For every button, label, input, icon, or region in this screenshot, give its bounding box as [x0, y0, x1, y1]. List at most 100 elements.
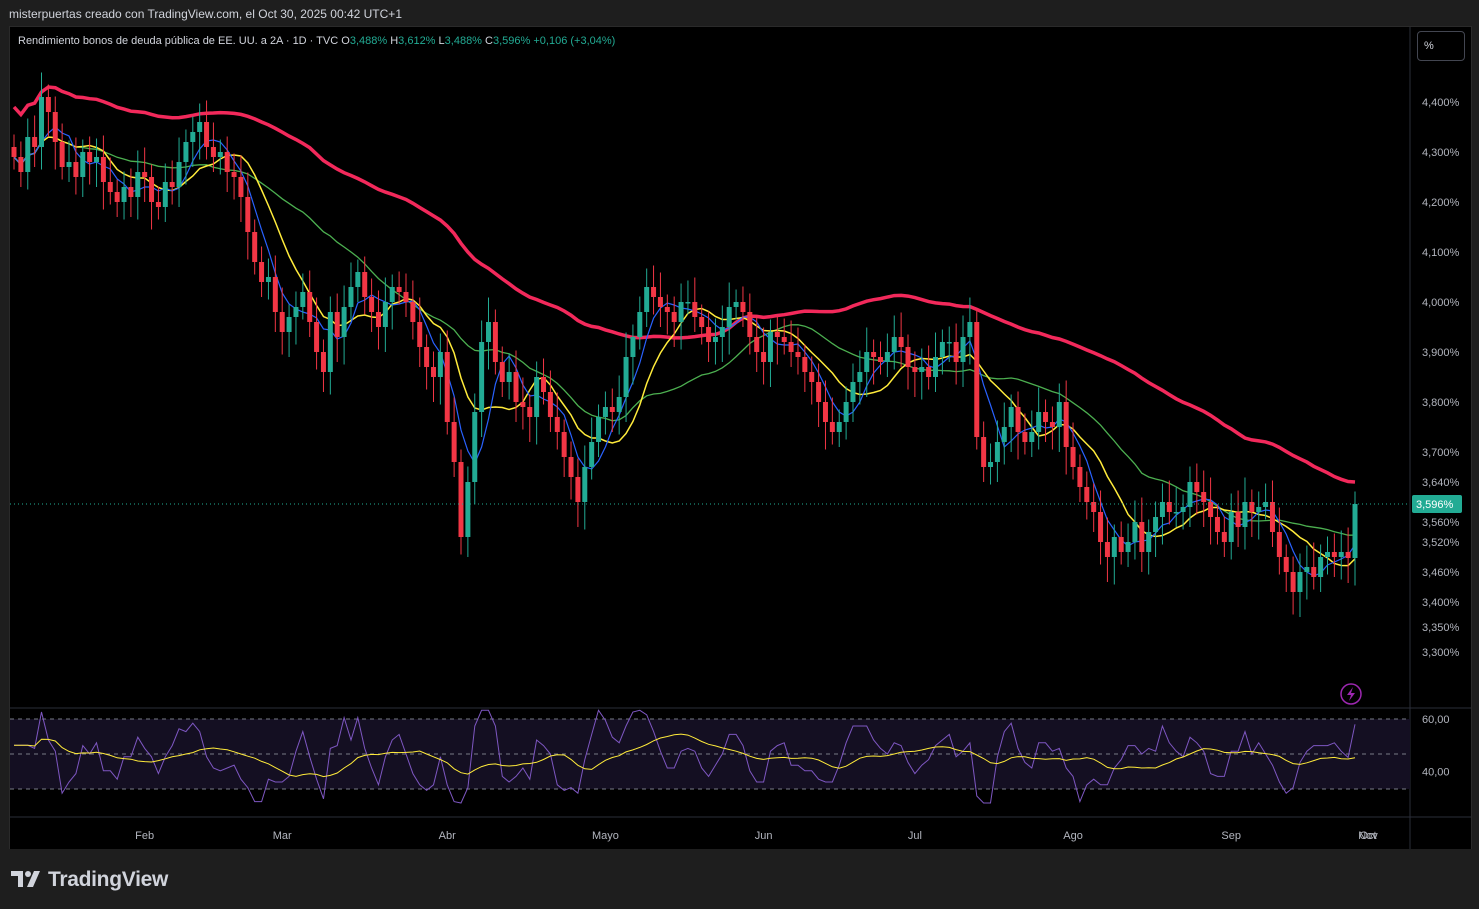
- candle-body[interactable]: [362, 272, 368, 297]
- candle-body[interactable]: [355, 272, 361, 287]
- candle-body[interactable]: [204, 122, 210, 147]
- candle-body[interactable]: [465, 482, 471, 537]
- candle-body[interactable]: [265, 277, 271, 282]
- candle-body[interactable]: [286, 317, 292, 332]
- candle-body[interactable]: [774, 332, 780, 337]
- candle-body[interactable]: [389, 287, 395, 302]
- candle-body[interactable]: [506, 372, 512, 382]
- candle-body[interactable]: [1173, 512, 1179, 514]
- candle-body[interactable]: [272, 277, 278, 312]
- candle-body[interactable]: [52, 112, 58, 142]
- candle-body[interactable]: [18, 157, 24, 172]
- candle-body[interactable]: [1070, 447, 1076, 467]
- candle-body[interactable]: [850, 382, 856, 402]
- candle-body[interactable]: [541, 377, 547, 392]
- candle-body[interactable]: [327, 312, 333, 372]
- candle-body[interactable]: [410, 302, 416, 322]
- candle-body[interactable]: [94, 157, 100, 162]
- candle-body[interactable]: [100, 157, 106, 182]
- candle-body[interactable]: [87, 152, 93, 162]
- candle-body[interactable]: [561, 432, 567, 457]
- candle-body[interactable]: [1001, 427, 1007, 442]
- candle-body[interactable]: [671, 312, 677, 322]
- candle-body[interactable]: [822, 402, 828, 422]
- candle-body[interactable]: [1194, 482, 1200, 492]
- candle-body[interactable]: [1290, 572, 1296, 592]
- candle-body[interactable]: [417, 322, 423, 347]
- chart-frame[interactable]: 4,400% 4,300% 4,200% 4,100% 4,000% 3,900% 3,80…: [9, 26, 1472, 851]
- candle-body[interactable]: [967, 322, 973, 337]
- candle-body[interactable]: [1276, 532, 1282, 557]
- candle-body[interactable]: [307, 292, 313, 322]
- candle-body[interactable]: [933, 357, 939, 377]
- candle-body[interactable]: [726, 307, 732, 327]
- candle-body[interactable]: [1228, 512, 1234, 542]
- candle-body[interactable]: [1345, 552, 1351, 558]
- candle-body[interactable]: [520, 402, 526, 407]
- candle-body[interactable]: [197, 122, 203, 132]
- candle-body[interactable]: [1256, 507, 1262, 512]
- candle-body[interactable]: [1146, 532, 1152, 552]
- candle-body[interactable]: [802, 357, 808, 372]
- candle-body[interactable]: [1036, 412, 1042, 432]
- candle-body[interactable]: [424, 347, 430, 367]
- candle-body[interactable]: [884, 352, 890, 362]
- candle-body[interactable]: [692, 302, 698, 317]
- candle-body[interactable]: [596, 417, 602, 442]
- candle-body[interactable]: [149, 177, 155, 202]
- candle-body[interactable]: [1022, 432, 1028, 442]
- candle-body[interactable]: [293, 307, 299, 317]
- candle-body[interactable]: [492, 322, 498, 362]
- candle-body[interactable]: [279, 312, 285, 332]
- candle-body[interactable]: [685, 302, 691, 304]
- candle-body[interactable]: [953, 342, 959, 362]
- candle-body[interactable]: [451, 422, 457, 462]
- candle-body[interactable]: [25, 137, 31, 172]
- candle-body[interactable]: [190, 132, 196, 142]
- candle-body[interactable]: [568, 457, 574, 477]
- candle-body[interactable]: [1104, 542, 1110, 557]
- candle-body[interactable]: [513, 372, 519, 402]
- candle-body[interactable]: [245, 197, 251, 232]
- candle-body[interactable]: [210, 147, 216, 157]
- candle-body[interactable]: [644, 287, 650, 312]
- candle-body[interactable]: [1166, 502, 1172, 512]
- candle-body[interactable]: [699, 317, 705, 327]
- candle-body[interactable]: [1221, 532, 1227, 542]
- candle-body[interactable]: [224, 152, 230, 172]
- candle-body[interactable]: [706, 327, 712, 342]
- candle-body[interactable]: [217, 152, 223, 157]
- candle-body[interactable]: [761, 352, 767, 362]
- candle-body[interactable]: [1153, 517, 1159, 532]
- candle-body[interactable]: [1029, 432, 1035, 442]
- candle-body[interactable]: [1043, 412, 1049, 422]
- candle-body[interactable]: [1201, 492, 1207, 502]
- candle-body[interactable]: [1125, 542, 1131, 552]
- candle-body[interactable]: [781, 337, 787, 342]
- candle-body[interactable]: [403, 292, 409, 302]
- percent-scale-button[interactable]: %: [1417, 31, 1465, 61]
- candle-body[interactable]: [946, 342, 952, 344]
- candle-body[interactable]: [1056, 402, 1062, 427]
- candle-body[interactable]: [66, 162, 72, 167]
- candle-body[interactable]: [733, 302, 739, 307]
- candle-body[interactable]: [155, 202, 161, 207]
- candle-body[interactable]: [678, 302, 684, 322]
- candle-body[interactable]: [1331, 552, 1337, 557]
- candle-body[interactable]: [1338, 552, 1344, 557]
- candle-body[interactable]: [1180, 507, 1186, 512]
- candle-body[interactable]: [1269, 502, 1275, 532]
- candle-body[interactable]: [430, 367, 436, 377]
- candle-body[interactable]: [1242, 502, 1248, 527]
- candle-body[interactable]: [754, 337, 760, 352]
- candle-body[interactable]: [472, 412, 478, 482]
- candle-body[interactable]: [1235, 512, 1241, 527]
- candle-body[interactable]: [719, 327, 725, 337]
- candle-body[interactable]: [458, 462, 464, 537]
- candle-body[interactable]: [1263, 502, 1269, 507]
- candle-body[interactable]: [1304, 567, 1310, 572]
- candle-body[interactable]: [320, 352, 326, 372]
- candle-body[interactable]: [375, 312, 381, 327]
- candle-body[interactable]: [912, 367, 918, 372]
- candle-body[interactable]: [905, 347, 911, 367]
